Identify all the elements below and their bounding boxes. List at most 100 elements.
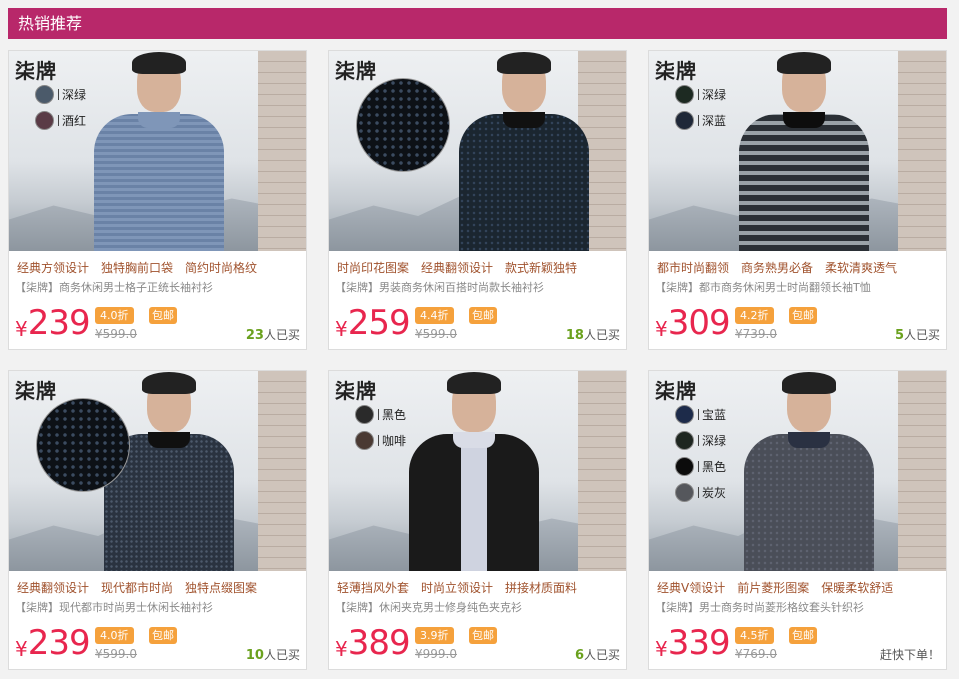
sold-count: 18人已买 bbox=[566, 326, 620, 343]
sold-suffix: 人已买 bbox=[263, 328, 300, 342]
feature-list[interactable]: 轻薄挡风外套 时尚立领设计 拼接材质面料 bbox=[337, 579, 619, 596]
feature-tag: 前片菱形图案 bbox=[737, 581, 810, 595]
color-swatch[interactable]: 黑色 bbox=[675, 453, 726, 479]
product-image[interactable]: 柒牌 深绿 酒红 bbox=[9, 51, 306, 251]
product-title[interactable]: 【柒牌】都市商务休闲男士时尚翻领长袖T恤 bbox=[655, 279, 941, 295]
color-label: 深绿 bbox=[702, 433, 727, 448]
divider bbox=[378, 408, 379, 420]
color-dot bbox=[35, 84, 54, 104]
price-value: 309 bbox=[667, 303, 731, 343]
product-image[interactable]: 柒牌 bbox=[9, 371, 306, 571]
model-shirt bbox=[94, 114, 224, 251]
product-card[interactable]: 柒牌 宝蓝 深绿 黑色 炭灰 经典V领设计 前片菱形图案 保暖柔软舒适 【柒牌】… bbox=[648, 370, 947, 670]
sold-number: 23 bbox=[245, 328, 264, 343]
brand-logo: 柒牌 bbox=[335, 379, 377, 403]
sold-suffix: 赶快下单！ bbox=[879, 648, 940, 662]
feature-list[interactable]: 都市时尚翻领 商务熟男必备 柔软清爽透气 bbox=[657, 259, 939, 276]
feature-list[interactable]: 经典V领设计 前片菱形图案 保暖柔软舒适 bbox=[657, 579, 939, 596]
discount-badge: 3.9折 bbox=[415, 627, 454, 644]
sold-suffix: 人已买 bbox=[583, 328, 620, 342]
discount-badge: 4.0折 bbox=[95, 307, 134, 324]
fabric-detail-image bbox=[357, 79, 449, 171]
product-title[interactable]: 【柒牌】商务休闲男士格子正统长袖衬衫 bbox=[15, 279, 301, 295]
color-label: 黑色 bbox=[702, 459, 727, 474]
product-title[interactable]: 【柒牌】男士商务时尚菱形格纹套头针织衫 bbox=[655, 599, 941, 615]
color-dot bbox=[675, 404, 694, 424]
color-swatch-list: 宝蓝 深绿 黑色 炭灰 bbox=[675, 401, 726, 505]
color-dot bbox=[675, 84, 694, 104]
product-card[interactable]: 柒牌 深绿 深蓝 都市时尚翻领 商务熟男必备 柔软清爽透气 【柒牌】都市商务休闲男士… bbox=[648, 50, 947, 350]
product-image[interactable]: 柒牌 bbox=[329, 51, 626, 251]
color-dot bbox=[675, 482, 694, 502]
product-image[interactable]: 柒牌 黑色 咖啡 bbox=[329, 371, 626, 571]
color-swatch[interactable]: 深绿 bbox=[35, 81, 86, 107]
sold-suffix: 人已买 bbox=[583, 648, 620, 662]
original-price: ¥999.0 bbox=[415, 647, 457, 661]
sold-count: 5人已买 bbox=[895, 326, 940, 343]
free-shipping-badge: 包邮 bbox=[149, 627, 177, 644]
model-figure bbox=[104, 372, 234, 571]
color-swatch-list: 深绿 酒红 bbox=[35, 81, 86, 133]
feature-tag: 经典翻领设计 bbox=[421, 261, 494, 275]
color-swatch[interactable]: 宝蓝 bbox=[675, 401, 726, 427]
section-header: 热销推荐 bbox=[8, 8, 947, 39]
price-value: 339 bbox=[667, 623, 731, 663]
model-hair bbox=[142, 372, 196, 394]
product-card[interactable]: 柒牌 深绿 酒红 经典方领设计 独特胸前口袋 简约时尚格纹 【柒牌】商务休闲男士格子… bbox=[8, 50, 307, 350]
product-title[interactable]: 【柒牌】男装商务休闲百搭时尚款长袖衬衫 bbox=[335, 279, 621, 295]
brand-logo: 柒牌 bbox=[335, 59, 377, 83]
color-swatch[interactable]: 炭灰 bbox=[675, 479, 726, 505]
currency-symbol: ¥ bbox=[655, 637, 668, 661]
divider bbox=[698, 486, 699, 498]
product-title[interactable]: 【柒牌】现代都市时尚男士休闲长袖衬衫 bbox=[15, 599, 301, 615]
color-swatch[interactable]: 酒红 bbox=[35, 107, 86, 133]
product-card[interactable]: 柒牌 经典翻领设计 现代都市时尚 独特点缀图案 【柒牌】现代都市时尚男士休闲长袖衬衫… bbox=[8, 370, 307, 670]
product-card[interactable]: 柒牌 时尚印花图案 经典翻领设计 款式新颖独特 【柒牌】男装商务休闲百搭时尚款长袖衬… bbox=[328, 50, 627, 350]
color-swatch-list: 黑色 咖啡 bbox=[355, 401, 406, 453]
color-swatch[interactable]: 深蓝 bbox=[675, 107, 726, 133]
divider bbox=[698, 434, 699, 446]
color-dot bbox=[675, 430, 694, 450]
model-figure bbox=[744, 372, 874, 571]
model-hair bbox=[132, 52, 186, 74]
price-value: 239 bbox=[27, 303, 91, 343]
feature-list[interactable]: 经典翻领设计 现代都市时尚 独特点缀图案 bbox=[17, 579, 299, 596]
feature-tag: 时尚立领设计 bbox=[421, 581, 494, 595]
color-swatch[interactable]: 深绿 bbox=[675, 81, 726, 107]
original-price: ¥599.0 bbox=[95, 647, 137, 661]
product-title[interactable]: 【柒牌】休闲夹克男士修身纯色夹克衫 bbox=[335, 599, 621, 615]
brand-logo: 柒牌 bbox=[15, 379, 57, 403]
product-image[interactable]: 柒牌 深绿 深蓝 bbox=[649, 51, 946, 251]
brand-logo: 柒牌 bbox=[655, 59, 697, 83]
feature-tag: 轻薄挡风外套 bbox=[337, 581, 410, 595]
sold-number: 18 bbox=[565, 328, 584, 343]
sold-count: 10人已买 bbox=[246, 646, 300, 663]
feature-tag: 独特胸前口袋 bbox=[101, 261, 174, 275]
color-swatch[interactable]: 咖啡 bbox=[355, 427, 406, 453]
model-collar bbox=[138, 112, 180, 128]
sale-price: ¥309 bbox=[655, 303, 731, 343]
feature-tag: 经典翻领设计 bbox=[17, 581, 90, 595]
model-collar bbox=[148, 432, 190, 448]
sold-count: 6人已买 bbox=[575, 646, 620, 663]
color-label: 深绿 bbox=[62, 87, 87, 102]
model-shirt bbox=[409, 434, 539, 571]
color-swatch[interactable]: 黑色 bbox=[355, 401, 406, 427]
original-price: ¥599.0 bbox=[415, 327, 457, 341]
color-swatch[interactable]: 深绿 bbox=[675, 427, 726, 453]
product-image[interactable]: 柒牌 宝蓝 深绿 黑色 炭灰 bbox=[649, 371, 946, 571]
model-figure bbox=[459, 52, 589, 251]
feature-tag: 独特点缀图案 bbox=[185, 581, 258, 595]
product-card[interactable]: 柒牌 黑色 咖啡 轻薄挡风外套 时尚立领设计 拼接材质面料 【柒牌】休闲夹克男士修身… bbox=[328, 370, 627, 670]
feature-tag: 时尚印花图案 bbox=[337, 261, 410, 275]
color-dot bbox=[675, 456, 694, 476]
feature-list[interactable]: 经典方领设计 独特胸前口袋 简约时尚格纹 bbox=[17, 259, 299, 276]
color-swatch-list: 深绿 深蓝 bbox=[675, 81, 726, 133]
divider bbox=[698, 88, 699, 100]
original-price: ¥599.0 bbox=[95, 327, 137, 341]
color-dot bbox=[675, 110, 694, 130]
color-label: 黑色 bbox=[382, 407, 407, 422]
feature-list[interactable]: 时尚印花图案 经典翻领设计 款式新颖独特 bbox=[337, 259, 619, 276]
price-value: 389 bbox=[347, 623, 411, 663]
feature-tag: 现代都市时尚 bbox=[101, 581, 174, 595]
